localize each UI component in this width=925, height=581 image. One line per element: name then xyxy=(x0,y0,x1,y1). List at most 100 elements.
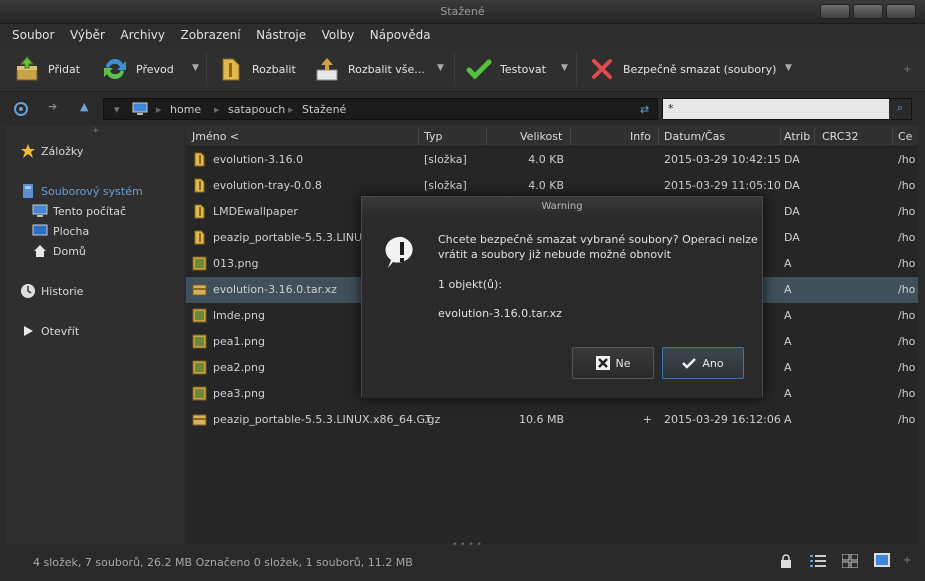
star-icon xyxy=(20,143,36,159)
file-type: .gz xyxy=(424,413,441,426)
sidebar-item-computer[interactable]: Tento počítač xyxy=(32,203,126,219)
sidebar-item-bookmarks[interactable]: Záložky xyxy=(20,143,83,159)
dialog-title: Warning xyxy=(362,197,762,217)
sidebar-item-filesystem[interactable]: Souborový systém xyxy=(20,183,143,199)
sidebar: + Záložky Souborový systém Tento počítač… xyxy=(6,126,184,544)
test-button[interactable]: Testovat xyxy=(464,46,546,92)
file-ce: /ho xyxy=(898,179,916,192)
file-type: [složka] xyxy=(424,153,467,166)
file-attr: A xyxy=(784,257,792,270)
refresh-icon[interactable]: ⇄ xyxy=(640,103,649,116)
file-attr: A xyxy=(784,361,792,374)
file-attr: A xyxy=(784,283,792,296)
column-type[interactable]: Typ xyxy=(424,130,443,143)
column-info[interactable]: Info xyxy=(630,130,651,143)
table-row[interactable]: peazip_portable-5.5.3.LINUX.x86_64.GT .gz… xyxy=(186,407,918,433)
up-icon[interactable]: ▲ xyxy=(80,100,88,113)
address-bar[interactable]: ▾ ▸ home ▸ satapouch ▸ Stažené ⇄ xyxy=(103,98,658,120)
file-name: LMDEwallpaper xyxy=(213,205,298,218)
menu-archivy[interactable]: Archivy xyxy=(120,24,165,42)
extract-all-icon xyxy=(312,54,342,84)
file-attr: DA xyxy=(784,179,800,192)
file-name: peazip_portable-5.5.3.LINUX. xyxy=(213,231,374,244)
filesystem-icon xyxy=(20,183,36,199)
test-dropdown-icon[interactable]: ▼ xyxy=(561,63,568,73)
sidebar-item-home[interactable]: Domů xyxy=(32,243,86,259)
column-ce[interactable]: Ce xyxy=(898,130,912,143)
file-ce: /ho xyxy=(898,309,916,322)
menu-nastroje[interactable]: Nástroje xyxy=(256,24,306,42)
add-button[interactable]: Přidat xyxy=(12,46,80,92)
toolbar-add-icon[interactable]: + xyxy=(903,64,911,75)
filter-input[interactable]: * ⌕ xyxy=(662,98,912,120)
dialog-message-line1: Chcete bezpečně smazat vybrané soubory? … xyxy=(438,233,758,246)
convert-button[interactable]: Převod xyxy=(100,46,174,92)
file-type: [složka] xyxy=(424,179,467,192)
menu-volby[interactable]: Volby xyxy=(322,24,355,42)
search-icon[interactable]: ⌕ xyxy=(889,99,911,119)
column-name[interactable]: Jméno < xyxy=(192,130,239,143)
breadcrumb-user[interactable]: satapouch xyxy=(228,103,285,116)
file-size: 4.0 KB xyxy=(528,153,564,166)
sidebar-item-history[interactable]: Historie xyxy=(20,283,83,299)
menu-bar: Soubor Výběr Archivy Zobrazení Nástroje … xyxy=(0,24,925,46)
extract-button[interactable]: Rozbalit xyxy=(216,46,296,92)
secure-delete-button[interactable]: Bezpečně smazat (soubory) xyxy=(587,46,776,92)
delete-x-icon xyxy=(587,54,617,84)
column-attr[interactable]: Atrib xyxy=(784,130,810,143)
folder-icon xyxy=(192,178,207,193)
file-ce: /ho xyxy=(898,361,916,374)
close-button[interactable] xyxy=(886,4,916,19)
status-add-icon[interactable]: + xyxy=(903,555,911,566)
forward-icon[interactable]: ➔ xyxy=(48,100,57,113)
breadcrumb-current[interactable]: Stažené xyxy=(302,103,346,116)
minimize-button[interactable] xyxy=(820,4,850,19)
file-date: 2015-03-29 10:42:15 xyxy=(664,153,781,166)
sidebar-item-desktop[interactable]: Plocha xyxy=(32,223,89,239)
dialog-item: evolution-3.16.0.tar.xz xyxy=(438,307,562,320)
warning-dialog: Warning Chcete bezpečně smazat vybrané s… xyxy=(361,196,763,398)
convert-icon xyxy=(100,54,130,84)
file-name: lmde.png xyxy=(213,309,265,322)
file-name: 013.png xyxy=(213,257,259,270)
maximize-button[interactable] xyxy=(853,4,883,19)
file-date: 2015-03-29 11:05:10 xyxy=(664,179,781,192)
address-row: ➔ ▲ ▾ ▸ home ▸ satapouch ▸ Stažené ⇄ * ⌕ xyxy=(0,93,925,124)
extract-icon xyxy=(216,54,246,84)
menu-napoveda[interactable]: Nápověda xyxy=(370,24,431,42)
image-icon xyxy=(192,360,207,375)
extract-all-button[interactable]: Rozbalit vše... xyxy=(312,46,425,92)
window-titlebar: Stažené xyxy=(0,0,925,24)
toolbar: Přidat Převod ▼ Rozbalit Rozbalit vše...… xyxy=(0,46,925,92)
checkmark-icon xyxy=(464,54,494,84)
lock-icon[interactable] xyxy=(780,554,792,571)
column-header-row: Jméno < Typ Velikost Info Datum/Čas Atri… xyxy=(186,126,918,147)
no-button[interactable]: Ne xyxy=(572,347,654,379)
menu-soubor[interactable]: Soubor xyxy=(12,24,54,42)
history-dropdown-icon[interactable]: ▾ xyxy=(114,103,120,116)
column-crc[interactable]: CRC32 xyxy=(822,130,858,143)
status-bar: • • • • 4 složek, 7 souborů, 26.2 MB Ozn… xyxy=(0,540,925,581)
extract-dropdown-icon[interactable]: ▼ xyxy=(437,63,444,73)
sidebar-item-open[interactable]: Otevřít xyxy=(20,323,79,339)
convert-dropdown-icon[interactable]: ▼ xyxy=(192,63,199,73)
menu-zobrazeni[interactable]: Zobrazení xyxy=(181,24,241,42)
home-icon xyxy=(32,243,48,259)
settings-icon[interactable] xyxy=(13,101,29,120)
delete-dropdown-icon[interactable]: ▼ xyxy=(785,63,792,73)
table-row[interactable]: evolution-3.16.0 [složka] 4.0 KB 2015-03-29… xyxy=(186,147,918,173)
icons-view-icon[interactable] xyxy=(841,553,859,571)
exclamation-icon xyxy=(384,235,420,274)
breadcrumb-home[interactable]: home xyxy=(170,103,201,116)
menu-vyber[interactable]: Výběr xyxy=(70,24,105,42)
yes-button[interactable]: Ano xyxy=(662,347,744,379)
image-view-icon[interactable] xyxy=(874,553,890,570)
file-name: pea1.png xyxy=(213,335,265,348)
column-date[interactable]: Datum/Čas xyxy=(664,130,725,143)
image-icon xyxy=(192,256,207,271)
play-icon xyxy=(20,323,36,339)
window-title: Stažené xyxy=(440,5,485,18)
column-size[interactable]: Velikost xyxy=(520,130,562,143)
close-x-icon xyxy=(595,356,610,370)
details-view-icon[interactable] xyxy=(810,554,826,571)
